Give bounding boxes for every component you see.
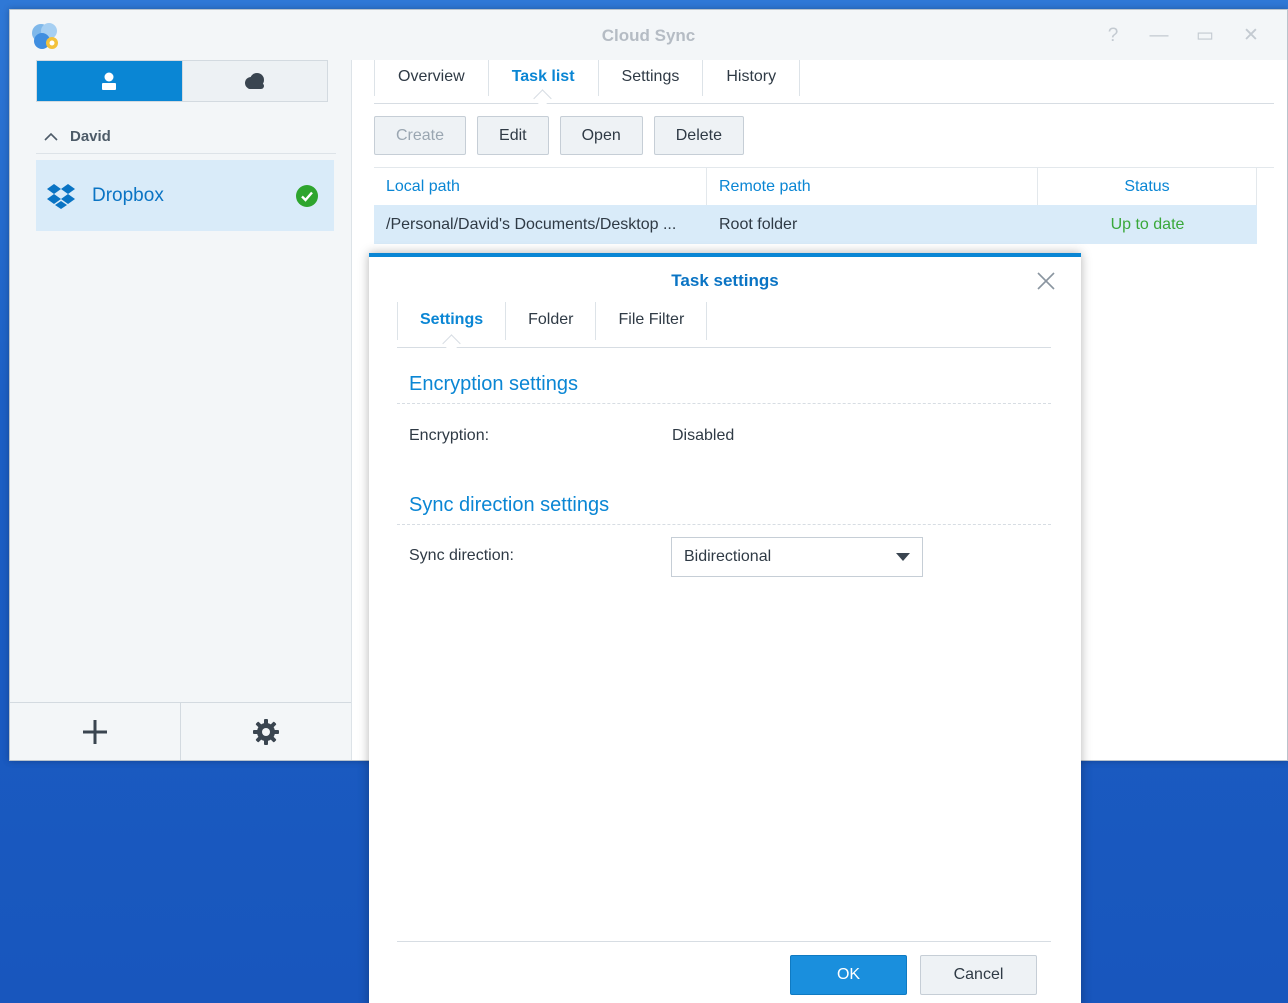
cell-remote-path: Root folder — [719, 216, 798, 233]
minimize-icon[interactable]: — — [1147, 24, 1171, 48]
task-toolbar: Create Edit Open Delete — [374, 116, 744, 155]
cloud-view-button[interactable] — [181, 61, 327, 101]
encryption-section-title: Encryption settings — [409, 373, 578, 395]
create-button[interactable]: Create — [374, 116, 467, 155]
sidebar: David Dropbox — [10, 60, 352, 760]
user-view-button[interactable] — [37, 61, 182, 101]
tab-overview[interactable]: Overview — [374, 60, 489, 96]
maximize-icon[interactable]: ▭ — [1193, 24, 1217, 48]
column-header-status-label: Status — [1124, 178, 1170, 195]
ok-button[interactable]: OK — [790, 955, 907, 995]
window-titlebar: Cloud Sync ? — ▭ ✕ — [10, 10, 1287, 60]
main-tabs: Overview Task list Settings History — [374, 60, 1274, 104]
tab-dialog-folder[interactable]: Folder — [506, 302, 597, 340]
user-icon — [102, 72, 117, 90]
cancel-button[interactable]: Cancel — [920, 955, 1037, 995]
gear-icon — [253, 718, 279, 745]
tab-dialog-file-filter[interactable]: File Filter — [596, 302, 708, 340]
sidebar-view-toggle — [36, 60, 328, 102]
column-header-remote-path[interactable]: Remote path — [707, 168, 1038, 205]
section-divider — [397, 524, 1051, 525]
column-header-status[interactable]: Status — [1038, 168, 1257, 205]
tab-settings[interactable]: Settings — [599, 60, 704, 96]
sync-direction-label: Sync direction: — [409, 547, 514, 564]
sync-direction-section-title: Sync direction settings — [409, 494, 610, 516]
dialog-tabs: Settings Folder File Filter — [397, 302, 1051, 348]
edit-button[interactable]: Edit — [477, 116, 549, 155]
settings-button[interactable] — [180, 703, 351, 760]
window-controls: ? — ▭ ✕ — [1101, 24, 1263, 48]
section-divider — [397, 403, 1051, 404]
tab-history[interactable]: History — [703, 60, 801, 96]
cloud-icon — [244, 73, 264, 89]
dropbox-icon — [47, 183, 75, 209]
window-title: Cloud Sync — [601, 26, 696, 45]
task-table: Local path Remote path Status /Personal/… — [374, 167, 1274, 244]
account-label: Dropbox — [92, 184, 164, 206]
footer-divider — [397, 941, 1051, 942]
help-icon[interactable]: ? — [1101, 24, 1125, 48]
task-settings-dialog: Task settings Settings Folder File Filte… — [369, 253, 1081, 1003]
tab-dialog-settings[interactable]: Settings — [397, 302, 507, 340]
check-circle-icon — [296, 185, 318, 207]
add-account-button[interactable] — [10, 703, 180, 760]
open-button[interactable]: Open — [559, 116, 643, 155]
close-icon[interactable] — [1035, 270, 1057, 292]
plus-icon — [83, 719, 107, 744]
table-header: Local path Remote path Status — [374, 167, 1274, 205]
encryption-value: Disabled — [672, 427, 735, 444]
chevron-up-icon — [44, 132, 58, 141]
table-row[interactable]: /Personal/David's Documents/Desktop ... … — [374, 205, 1257, 244]
chevron-down-icon — [896, 553, 910, 561]
sidebar-item-dropbox[interactable]: Dropbox — [36, 160, 334, 231]
user-group-header[interactable]: David — [36, 120, 336, 154]
cell-local-path: /Personal/David's Documents/Desktop ... — [386, 216, 677, 233]
close-icon[interactable]: ✕ — [1239, 24, 1263, 48]
encryption-label: Encryption: — [409, 427, 490, 444]
column-header-local-path[interactable]: Local path — [374, 168, 707, 205]
tab-task-list[interactable]: Task list — [489, 60, 599, 96]
sync-direction-value: Bidirectional — [684, 548, 772, 565]
user-group-label: David — [70, 128, 111, 145]
delete-button[interactable]: Delete — [653, 116, 744, 155]
sync-direction-select[interactable]: Bidirectional — [671, 537, 923, 577]
cell-status: Up to date — [1110, 216, 1185, 233]
dialog-title: Task settings — [671, 271, 779, 290]
sidebar-footer — [10, 702, 351, 760]
